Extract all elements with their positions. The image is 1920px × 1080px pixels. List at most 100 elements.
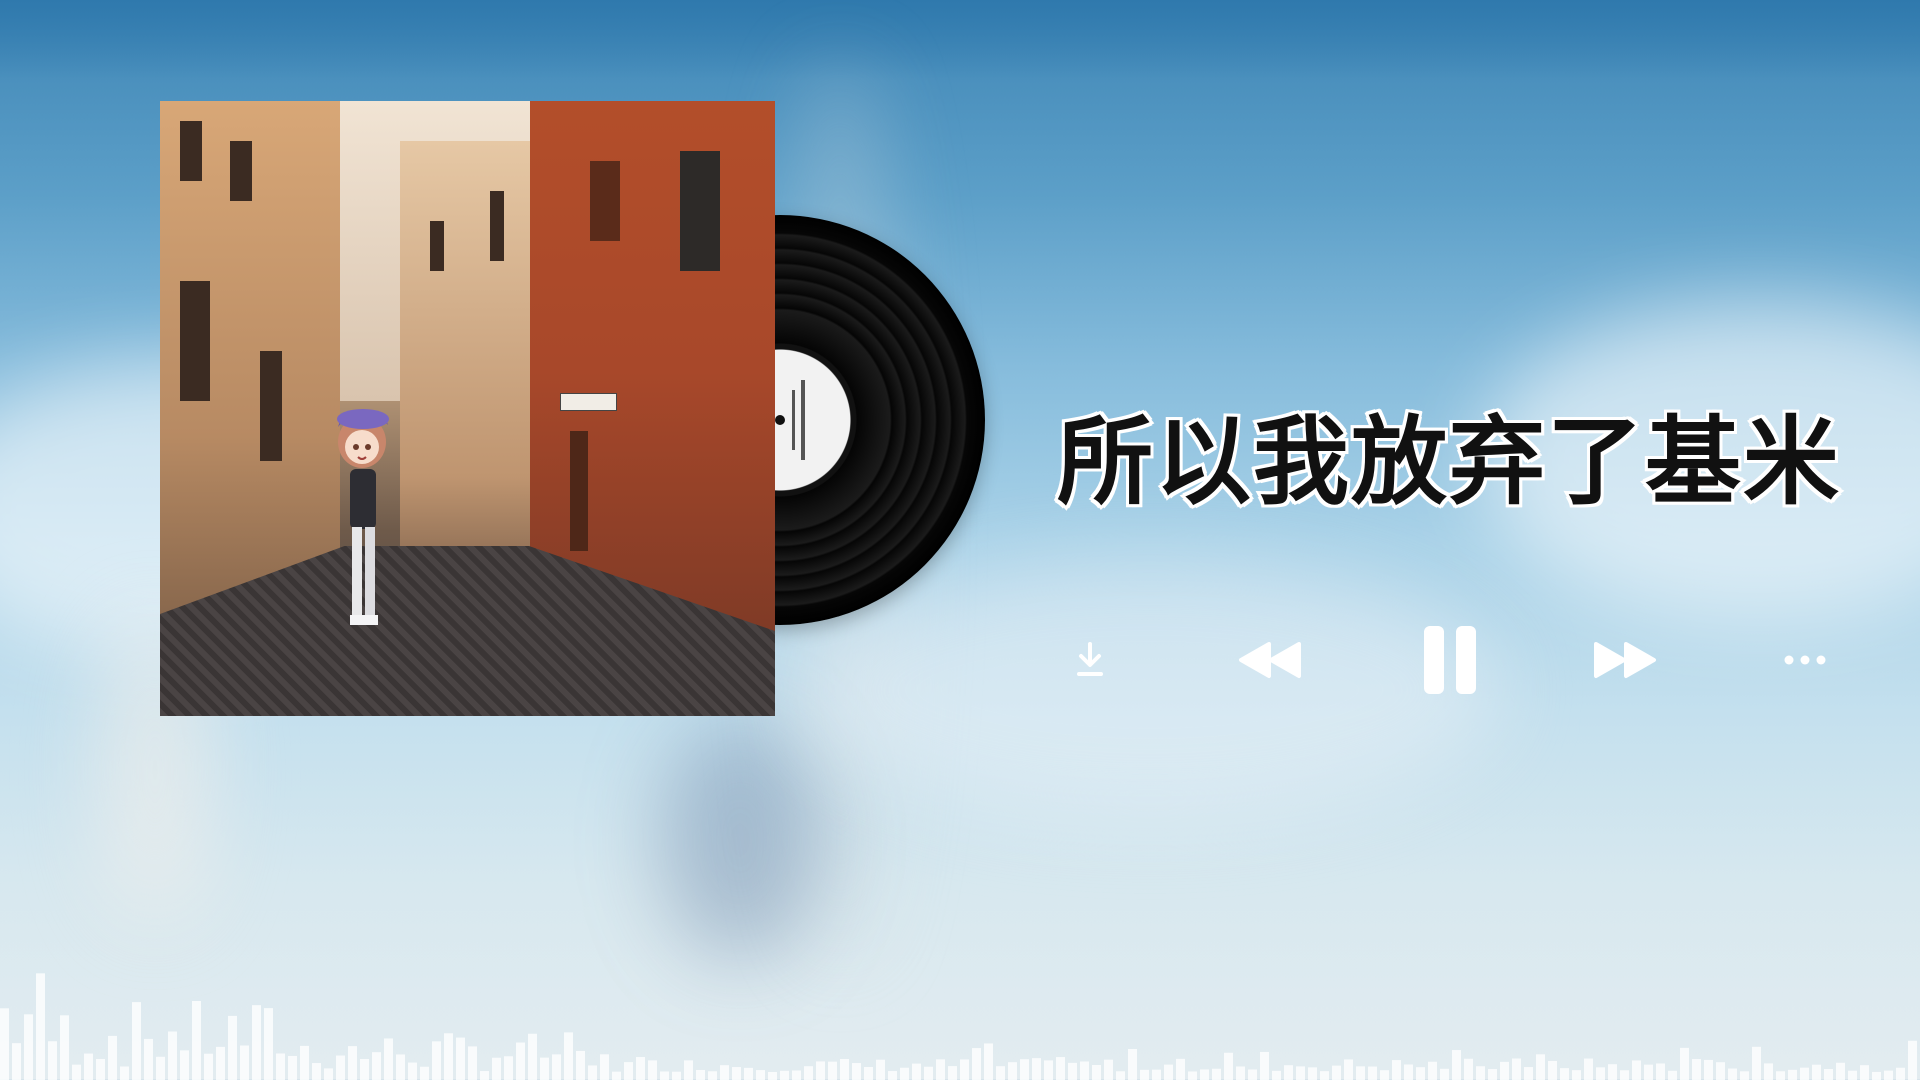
spectrum-bar xyxy=(744,1067,753,1080)
download-icon xyxy=(1077,642,1103,676)
spectrum-bar xyxy=(1692,1059,1701,1080)
spectrum-bar xyxy=(1416,1067,1425,1080)
spectrum-bar xyxy=(120,1066,129,1080)
spectrum-bar xyxy=(1896,1067,1905,1080)
spectrum-bar xyxy=(1176,1058,1185,1080)
spectrum-bar xyxy=(1560,1068,1569,1080)
spectrum-bar xyxy=(540,1057,549,1080)
pause-icon xyxy=(1424,626,1476,694)
spectrum-bar xyxy=(480,1071,489,1080)
spectrum-bar xyxy=(468,1046,477,1080)
spectrum-bar xyxy=(1776,1071,1785,1080)
spectrum-bar xyxy=(1656,1063,1665,1080)
download-button[interactable] xyxy=(1060,620,1120,700)
previous-button[interactable] xyxy=(1230,620,1310,700)
spectrum-bar xyxy=(1452,1050,1461,1080)
spectrum-bar xyxy=(936,1059,945,1080)
spectrum-bar xyxy=(804,1066,813,1080)
spectrum-bar xyxy=(564,1032,573,1080)
spectrum-bar xyxy=(696,1069,705,1080)
spectrum-bar xyxy=(504,1056,513,1080)
spectrum-bar xyxy=(1704,1059,1713,1080)
song-title: 所以我放弃了基米 xyxy=(1054,403,1842,521)
spectrum-bar xyxy=(1044,1060,1053,1080)
spectrum-bar xyxy=(1236,1066,1245,1080)
spectrum-bar xyxy=(1404,1064,1413,1080)
spectrum-bar xyxy=(984,1043,993,1080)
spectrum-bar xyxy=(1368,1066,1377,1080)
spectrum-bar xyxy=(1440,1068,1449,1080)
spectrum-bar xyxy=(1476,1066,1485,1080)
spectrum-bar xyxy=(420,1066,429,1080)
spectrum-bar xyxy=(996,1066,1005,1080)
spectrum-bar xyxy=(708,1071,717,1080)
spectrum-bar xyxy=(300,1045,309,1080)
spectrum-bar xyxy=(1584,1058,1593,1080)
spectrum-bar xyxy=(1632,1060,1641,1080)
spectrum-bar xyxy=(684,1060,693,1080)
spectrum-bar xyxy=(216,1046,225,1080)
spectrum-bar xyxy=(648,1060,657,1080)
spectrum-bar xyxy=(108,1035,117,1080)
spectrum-bar xyxy=(1200,1069,1209,1080)
fast-forward-icon xyxy=(1594,642,1656,678)
spectrum-bar xyxy=(1596,1067,1605,1080)
more-button[interactable] xyxy=(1765,620,1845,700)
spectrum-bar xyxy=(1884,1070,1893,1080)
spectrum-bar xyxy=(1524,1067,1533,1080)
spectrum-bar xyxy=(1152,1069,1161,1080)
spectrum-bar xyxy=(1848,1070,1857,1080)
spectrum-bar xyxy=(1428,1061,1437,1080)
spectrum-bar xyxy=(876,1059,885,1080)
spectrum-bar xyxy=(24,1014,33,1080)
spectrum-bar xyxy=(624,1062,633,1080)
spectrum-bar xyxy=(432,1041,441,1080)
spectrum-bar xyxy=(180,1050,189,1080)
spectrum-bar xyxy=(12,1043,21,1080)
spectrum-bar xyxy=(360,1059,369,1080)
spectrum-bar xyxy=(792,1070,801,1080)
spectrum-bar xyxy=(1788,1069,1797,1080)
spectrum-bar xyxy=(600,1054,609,1080)
spectrum-bar xyxy=(1608,1064,1617,1080)
spectrum-bar xyxy=(1032,1058,1041,1080)
spectrum-bar xyxy=(1764,1063,1773,1080)
spectrum-bar xyxy=(1272,1070,1281,1080)
spectrum-bar xyxy=(1572,1070,1581,1080)
next-button[interactable] xyxy=(1585,620,1665,700)
spectrum-bar xyxy=(1380,1070,1389,1080)
spectrum-bar xyxy=(1080,1061,1089,1080)
spectrum-bar xyxy=(132,1002,141,1080)
spectrum-bar xyxy=(840,1058,849,1080)
spectrum-bar xyxy=(516,1042,525,1080)
spectrum-bar xyxy=(36,973,45,1080)
spectrum-bar xyxy=(756,1070,765,1080)
spectrum-bar xyxy=(1488,1069,1497,1080)
spectrum-bar xyxy=(1668,1070,1677,1080)
spectrum-bar xyxy=(1224,1052,1233,1080)
spectrum-bar xyxy=(348,1046,357,1080)
spectrum-bar xyxy=(924,1066,933,1080)
spectrum-bar xyxy=(168,1031,177,1080)
spectrum-bar xyxy=(1548,1060,1557,1080)
spectrum-bar xyxy=(336,1055,345,1080)
spectrum-bar xyxy=(672,1071,681,1080)
spectrum-bar xyxy=(780,1070,789,1080)
spectrum-bar xyxy=(948,1066,957,1080)
spectrum-bar xyxy=(288,1055,297,1080)
spectrum-bar xyxy=(84,1053,93,1080)
spectrum-bar xyxy=(48,1041,57,1080)
spectrum-bar xyxy=(1836,1062,1845,1080)
spectrum-bar xyxy=(900,1067,909,1080)
spectrum-bar xyxy=(528,1033,537,1080)
spectrum-bar xyxy=(1284,1065,1293,1080)
spectrum-bar xyxy=(1260,1051,1269,1080)
pause-button[interactable] xyxy=(1410,620,1490,700)
spectrum-bar xyxy=(612,1071,621,1080)
spectrum-bar xyxy=(912,1063,921,1080)
spectrum-bar xyxy=(1020,1059,1029,1080)
spectrum-bar xyxy=(1188,1071,1197,1080)
spectrum-bar xyxy=(1860,1065,1869,1080)
spectrum-bar xyxy=(264,1008,273,1080)
spectrum-bar xyxy=(1308,1067,1317,1080)
